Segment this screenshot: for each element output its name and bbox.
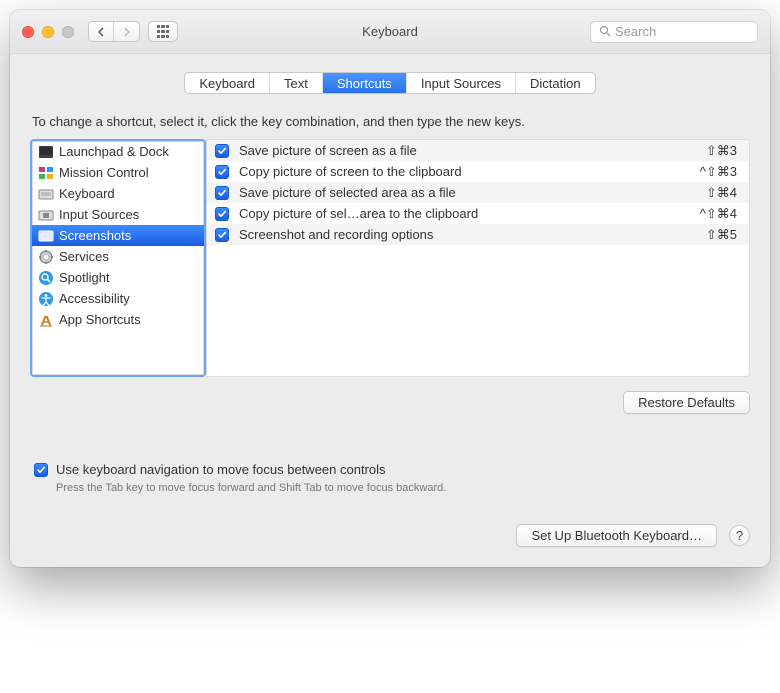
appshortcuts-icon — [38, 312, 54, 328]
shortcut-keys[interactable]: ^⇧⌘3 — [700, 164, 737, 180]
instruction-text: To change a shortcut, select it, click t… — [30, 114, 750, 129]
grid-icon — [157, 25, 170, 38]
spotlight-icon — [38, 270, 54, 286]
category-item-app-shortcuts[interactable]: App Shortcuts — [32, 309, 204, 330]
back-button[interactable] — [89, 22, 114, 41]
category-label: Screenshots — [59, 229, 131, 242]
category-label: Input Sources — [59, 208, 139, 221]
help-button[interactable]: ? — [729, 525, 750, 546]
close-window-button[interactable] — [22, 26, 34, 38]
category-item-screenshots[interactable]: Screenshots — [32, 225, 204, 246]
category-list[interactable]: Launchpad & Dock Mission Control Keyboard I… — [30, 139, 206, 377]
category-item-keyboard[interactable]: Keyboard — [32, 183, 204, 204]
keyboard-navigation-hint: Press the Tab key to move focus forward … — [56, 482, 746, 494]
forward-button[interactable] — [114, 22, 139, 41]
category-item-services[interactable]: Services — [32, 246, 204, 267]
zoom-window-button[interactable] — [62, 26, 74, 38]
category-item-launchpad-dock[interactable]: Launchpad & Dock — [32, 141, 204, 162]
category-label: Accessibility — [59, 292, 130, 305]
category-label: App Shortcuts — [59, 313, 141, 326]
traffic-lights — [22, 26, 74, 38]
shortcut-keys[interactable]: ⇧⌘3 — [706, 143, 737, 159]
category-item-spotlight[interactable]: Spotlight — [32, 267, 204, 288]
shortcut-row[interactable]: Save picture of screen as a file ⇧⌘3 — [207, 140, 749, 161]
shortcut-row[interactable]: Screenshot and recording options ⇧⌘5 — [207, 224, 749, 245]
content-area: KeyboardTextShortcutsInput SourcesDictat… — [10, 54, 770, 567]
shortcut-label: Save picture of selected area as a file — [239, 185, 696, 200]
search-input[interactable]: Search — [590, 21, 758, 43]
shortcut-row[interactable]: Save picture of selected area as a file ⇧… — [207, 182, 749, 203]
category-label: Launchpad & Dock — [59, 145, 169, 158]
category-item-input-sources[interactable]: Input Sources — [32, 204, 204, 225]
screenshots-icon — [38, 228, 54, 244]
chevron-right-icon — [123, 27, 131, 37]
shortcut-checkbox[interactable] — [215, 186, 229, 200]
services-icon — [38, 249, 54, 265]
shortcut-label: Screenshot and recording options — [239, 227, 696, 242]
show-all-button[interactable] — [148, 21, 178, 42]
shortcut-label: Copy picture of sel…area to the clipboar… — [239, 206, 690, 221]
category-item-mission-control[interactable]: Mission Control — [32, 162, 204, 183]
shortcut-label: Copy picture of screen to the clipboard — [239, 164, 690, 179]
accessibility-icon — [38, 291, 54, 307]
tabs: KeyboardTextShortcutsInput SourcesDictat… — [30, 72, 750, 94]
launchpad-icon — [38, 144, 54, 160]
panes: Launchpad & Dock Mission Control Keyboard I… — [30, 139, 750, 377]
mission-icon — [38, 165, 54, 181]
tab-text[interactable]: Text — [270, 73, 323, 93]
category-label: Spotlight — [59, 271, 110, 284]
category-item-accessibility[interactable]: Accessibility — [32, 288, 204, 309]
tab-input-sources[interactable]: Input Sources — [407, 73, 516, 93]
preferences-window: Keyboard Search KeyboardTextShortcutsInp… — [10, 10, 770, 567]
tab-keyboard[interactable]: Keyboard — [185, 73, 270, 93]
shortcut-keys[interactable]: ^⇧⌘4 — [700, 206, 737, 222]
chevron-left-icon — [97, 27, 105, 37]
shortcut-label: Save picture of screen as a file — [239, 143, 696, 158]
toolbar: Keyboard Search — [10, 10, 770, 54]
shortcut-checkbox[interactable] — [215, 207, 229, 221]
input-icon — [38, 207, 54, 223]
restore-defaults-button[interactable]: Restore Defaults — [623, 391, 750, 414]
shortcut-checkbox[interactable] — [215, 228, 229, 242]
shortcut-row[interactable]: Copy picture of screen to the clipboard ^… — [207, 161, 749, 182]
keyboard-navigation-label: Use keyboard navigation to move focus be… — [56, 462, 386, 477]
setup-bluetooth-button[interactable]: Set Up Bluetooth Keyboard… — [516, 524, 717, 547]
keyboard-icon — [38, 186, 54, 202]
shortcut-checkbox[interactable] — [215, 165, 229, 179]
minimize-window-button[interactable] — [42, 26, 54, 38]
keyboard-navigation-section: Use keyboard navigation to move focus be… — [30, 462, 750, 494]
shortcut-checkbox[interactable] — [215, 144, 229, 158]
search-placeholder: Search — [615, 24, 656, 39]
keyboard-navigation-checkbox[interactable] — [34, 463, 48, 477]
shortcut-row[interactable]: Copy picture of sel…area to the clipboar… — [207, 203, 749, 224]
tab-shortcuts[interactable]: Shortcuts — [323, 73, 407, 93]
shortcut-list[interactable]: Save picture of screen as a file ⇧⌘3 Copy … — [206, 139, 750, 377]
category-label: Services — [59, 250, 109, 263]
search-icon — [599, 25, 611, 39]
shortcut-keys[interactable]: ⇧⌘5 — [706, 227, 737, 243]
tab-dictation[interactable]: Dictation — [516, 73, 595, 93]
nav-buttons — [88, 21, 140, 42]
shortcut-keys[interactable]: ⇧⌘4 — [706, 185, 737, 201]
category-label: Mission Control — [59, 166, 149, 179]
category-label: Keyboard — [59, 187, 115, 200]
